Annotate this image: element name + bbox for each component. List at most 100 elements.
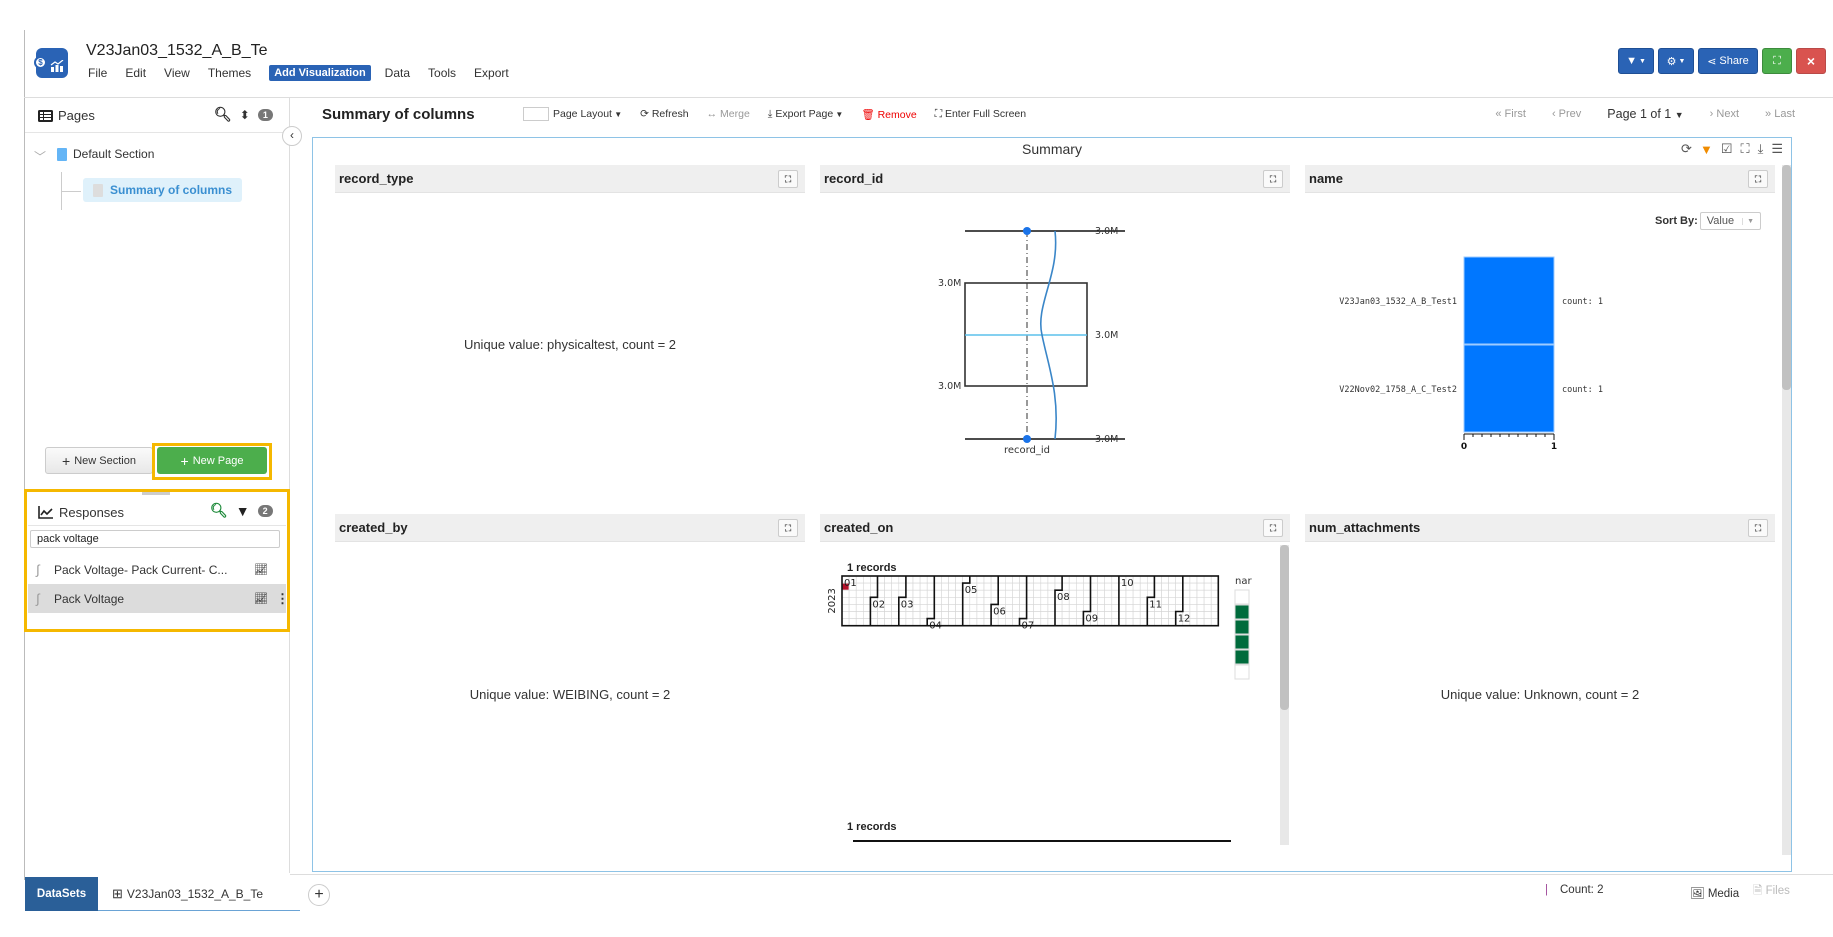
- day-cell: [870, 589, 878, 598]
- datasets-tab[interactable]: DataSets: [25, 877, 98, 911]
- day-cell: [955, 589, 964, 598]
- page-layout-dropdown[interactable]: Page Layout ▼: [523, 107, 622, 121]
- day-cell: [855, 618, 864, 626]
- line-chart-icon[interactable]: 📈︎: [254, 563, 270, 576]
- legend-swatch: [1234, 619, 1250, 635]
- day-cell: [1210, 575, 1219, 584]
- unique-value-text: Unique value: Unknown, count = 2: [1440, 687, 1640, 702]
- media-button[interactable]: 🖼︎ Media: [1690, 886, 1739, 900]
- day-cell: [912, 582, 921, 591]
- prev-page-button[interactable]: ‹ Prev: [1552, 108, 1581, 120]
- expand-panel-button[interactable]: ⛶: [1263, 518, 1283, 537]
- expand-panel-button[interactable]: ⛶: [1748, 518, 1768, 537]
- refresh-icon[interactable]: ⟳: [1681, 141, 1692, 157]
- day-cell: [1026, 582, 1035, 591]
- day-cell: [1090, 582, 1098, 591]
- day-cell: [1033, 618, 1042, 626]
- day-cell: [1061, 582, 1070, 591]
- created-on-scrollbar[interactable]: [1280, 545, 1289, 845]
- expand-panel-button[interactable]: ⛶: [1263, 169, 1283, 188]
- day-cell: [1161, 618, 1169, 626]
- share-button[interactable]: ⋖ Share: [1698, 48, 1758, 74]
- filter-icon[interactable]: ▼: [1700, 142, 1713, 157]
- checkbox-icon[interactable]: ☑: [1721, 141, 1733, 157]
- expand-panel-button[interactable]: ⛶: [1748, 169, 1768, 188]
- settings-dropdown-button[interactable]: ⚙ ▼: [1658, 48, 1694, 74]
- merge-button[interactable]: ↔ Merge: [707, 108, 750, 120]
- day-cell: [870, 575, 878, 584]
- export-page-button[interactable]: ⤓ Export Page ▼: [768, 108, 844, 121]
- chevron-down-icon[interactable]: ﹀: [34, 148, 46, 165]
- line-chart-icon[interactable]: 📈︎: [254, 592, 270, 605]
- day-cell: [1019, 596, 1027, 605]
- close-button[interactable]: ×: [1796, 48, 1826, 74]
- last-page-button[interactable]: » Last: [1765, 108, 1795, 120]
- menu-tools[interactable]: Tools: [428, 66, 456, 80]
- day-cell: [919, 582, 928, 591]
- day-cell: [1175, 589, 1184, 598]
- day-cell: [912, 589, 921, 598]
- day-cell: [948, 611, 956, 619]
- new-page-button[interactable]: + New Page: [157, 447, 267, 474]
- collapse-sidebar-button[interactable]: ‹: [282, 126, 302, 146]
- day-cell: [1118, 596, 1127, 605]
- sort-by-select[interactable]: Value ▼: [1699, 212, 1762, 230]
- tree-page-summary[interactable]: Summary of columns: [83, 178, 243, 202]
- menu-add-visualization[interactable]: Add Visualization: [269, 65, 371, 81]
- expand-panel-button[interactable]: ⛶: [778, 169, 798, 188]
- first-page-button[interactable]: « First: [1495, 108, 1526, 120]
- day-cell: [1083, 596, 1091, 605]
- expand-icon[interactable]: ⛶: [1740, 141, 1749, 157]
- media-files-toggle: 🖼︎ Media 🗎 Files: [1690, 883, 1790, 902]
- menu-export[interactable]: Export: [474, 66, 509, 80]
- sort-icon[interactable]: ⬍: [240, 108, 250, 122]
- menu-view[interactable]: View: [164, 66, 190, 80]
- next-page-button[interactable]: › Next: [1710, 108, 1739, 120]
- menu-icon[interactable]: ☰: [1771, 141, 1783, 157]
- page-select[interactable]: Page 1 of 1 ▼: [1607, 107, 1683, 121]
- search-icon[interactable]: 🔍︎: [214, 106, 232, 123]
- menu-edit[interactable]: Edit: [125, 66, 146, 80]
- menu-file[interactable]: File: [88, 66, 107, 80]
- day-cell: [1125, 589, 1134, 598]
- menu-data[interactable]: Data: [385, 66, 410, 80]
- fullscreen-button[interactable]: ⛶: [1762, 48, 1792, 74]
- day-cell: [1111, 604, 1120, 612]
- tree-section-default[interactable]: Default Section: [57, 147, 154, 161]
- add-dataset-button[interactable]: +: [308, 884, 330, 906]
- search-icon[interactable]: 🔍︎: [210, 502, 228, 519]
- day-cell: [934, 611, 942, 619]
- expand-panel-button[interactable]: ⛶: [778, 518, 798, 537]
- summary-scrollbar[interactable]: [1782, 165, 1791, 855]
- x-axis-label: record_id: [1004, 445, 1050, 456]
- chevron-left-icon: ‹: [290, 128, 294, 142]
- files-button[interactable]: 🗎 Files: [1753, 883, 1790, 902]
- filter-icon[interactable]: ▼: [236, 503, 250, 519]
- legend-swatch: [1234, 634, 1250, 650]
- day-cell: [855, 575, 864, 584]
- menu-themes[interactable]: Themes: [208, 66, 251, 80]
- day-cell: [1132, 596, 1141, 605]
- enter-full-screen-button[interactable]: ⛶ Enter Full Screen: [935, 108, 1026, 121]
- download-icon[interactable]: ⤓: [1758, 141, 1764, 157]
- dataset-tab[interactable]: ⊞ V23Jan03_1532_A_B_Te: [98, 877, 300, 911]
- scrollbar-thumb[interactable]: [1280, 545, 1289, 710]
- day-cell: [1210, 611, 1219, 619]
- line-chart-icon: [38, 506, 53, 519]
- day-cell: [1012, 618, 1020, 626]
- response-item[interactable]: ∫ Pack Voltage- Pack Current- C... 📈︎: [28, 555, 286, 584]
- refresh-button[interactable]: ⟳ Refresh: [640, 108, 689, 120]
- created-on-calendar-heatmap: 0102 030405060708091011122023nar: [827, 575, 1252, 680]
- day-cell: [1040, 618, 1049, 626]
- more-vertical-icon[interactable]: ⋮: [276, 591, 289, 607]
- day-cell: [1076, 575, 1084, 584]
- remove-button[interactable]: 🗑︎ Remove: [861, 108, 916, 121]
- new-section-button[interactable]: + New Section: [45, 447, 153, 474]
- day-cell: [841, 604, 850, 612]
- day-cell: [1125, 611, 1134, 619]
- filter-dropdown-button[interactable]: ▼ ▼: [1618, 48, 1654, 74]
- response-item[interactable]: ∫ Pack Voltage 📈︎ ⋮: [28, 584, 289, 613]
- responses-search-input[interactable]: [30, 530, 280, 548]
- pages-count-badge: 1: [257, 108, 273, 121]
- scrollbar-thumb[interactable]: [1782, 165, 1791, 390]
